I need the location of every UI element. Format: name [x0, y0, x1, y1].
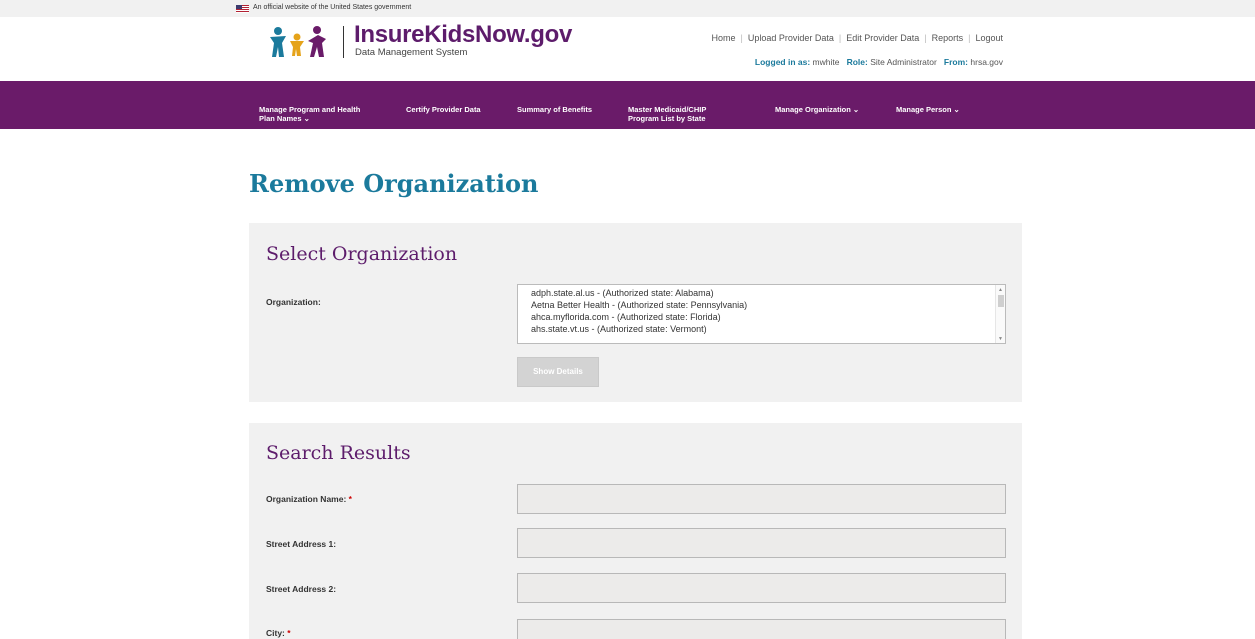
field-label-text: City:	[266, 628, 285, 638]
site-title[interactable]: InsureKidsNow.gov	[354, 21, 572, 49]
main-nav: Manage Program and Health Plan Names ⌄ C…	[0, 81, 1255, 129]
nav-link-reports[interactable]: Reports	[932, 33, 964, 43]
scroll-up-icon[interactable]: ▲	[998, 287, 1003, 293]
nav-manage-person[interactable]: Manage Person ⌄	[896, 105, 960, 114]
role-label: Role:	[846, 57, 868, 67]
scroll-thumb[interactable]	[998, 295, 1004, 307]
gov-banner-text: An official website of the United States…	[253, 4, 412, 11]
nav-link-edit-provider-data[interactable]: Edit Provider Data	[846, 33, 919, 43]
field-label-text: Street Address 1:	[266, 539, 337, 549]
family-logo-icon[interactable]	[268, 23, 334, 58]
required-asterisk: *	[348, 494, 352, 504]
nav-link-home[interactable]: Home	[711, 33, 735, 43]
nav-manage-program[interactable]: Manage Program and Health Plan Names ⌄	[259, 105, 360, 123]
street-address-2-field[interactable]	[517, 573, 1006, 603]
nav-label-line1: Master Medicaid/CHIP	[628, 105, 707, 114]
list-item[interactable]: ahs.state.vt.us - (Authorized state: Ver…	[518, 324, 1005, 335]
organization-label: Organization:	[266, 297, 321, 307]
list-item[interactable]: ahca.myflorida.com - (Authorized state: …	[518, 312, 1005, 323]
nav-label-line1: Manage Program and Health	[259, 105, 361, 114]
gov-banner: An official website of the United States…	[0, 0, 1255, 17]
select-organization-heading: Select Organization	[266, 243, 458, 265]
search-results-heading: Search Results	[266, 442, 411, 464]
logged-in-label: Logged in as:	[754, 57, 811, 67]
nav-link-logout[interactable]: Logout	[975, 33, 1003, 43]
nav-label: Certify Provider Data	[406, 105, 481, 114]
nav-label: Manage Organization ⌄	[775, 105, 860, 114]
from-value: hrsa.gov	[970, 57, 1003, 67]
separator: |	[968, 33, 971, 43]
separator: |	[924, 33, 927, 43]
nav-label-line2: Program List by State	[628, 114, 706, 123]
role-value: Site Administrator	[870, 57, 937, 67]
nav-certify-provider-data[interactable]: Certify Provider Data	[406, 105, 481, 114]
field-label-text: Organization Name:	[266, 494, 347, 504]
list-item[interactable]: Aetna Better Health - (Authorized state:…	[518, 300, 1005, 311]
nav-label-line2: Plan Names ⌄	[259, 114, 310, 123]
organization-listbox[interactable]: adph.state.al.us - (Authorized state: Al…	[517, 284, 1006, 344]
nav-master-medicaid-chip[interactable]: Master Medicaid/CHIP Program List by Sta…	[628, 105, 706, 123]
site-subtitle: Data Management System	[355, 47, 468, 58]
login-info: Logged in as: mwhite Role: Site Administ…	[755, 57, 1003, 67]
nav-manage-organization[interactable]: Manage Organization ⌄	[775, 105, 859, 114]
search-results-panel: Search Results Organization Name: * Stre…	[249, 423, 1022, 639]
list-item[interactable]: adph.state.al.us - (Authorized state: Al…	[518, 288, 1005, 299]
separator: |	[838, 33, 842, 43]
city-field[interactable]	[517, 619, 1006, 639]
us-flag-icon	[236, 5, 249, 13]
separator: |	[740, 33, 743, 43]
show-details-button[interactable]: Show Details	[517, 357, 599, 387]
field-label-text: Street Address 2:	[266, 584, 337, 594]
street-address-1-label: Street Address 1:	[266, 539, 336, 549]
select-organization-panel: Select Organization Organization: adph.s…	[249, 223, 1022, 402]
organization-name-label: Organization Name: *	[266, 494, 352, 504]
city-label: City: *	[266, 628, 291, 638]
logged-in-user: mwhite	[812, 57, 840, 67]
page-title: Remove Organization	[249, 169, 539, 198]
utility-nav: Home | Upload Provider Data | Edit Provider …	[711, 33, 1003, 43]
logo-divider	[343, 26, 344, 58]
nav-label: Summary of Benefits	[517, 105, 593, 114]
scroll-down-icon[interactable]: ▼	[998, 336, 1003, 342]
nav-label: Manage Person ⌄	[896, 105, 960, 114]
organization-name-field[interactable]	[517, 484, 1006, 514]
street-address-1-field[interactable]	[517, 528, 1006, 558]
nav-summary-of-benefits[interactable]: Summary of Benefits	[517, 105, 592, 114]
street-address-2-label: Street Address 2:	[266, 584, 336, 594]
nav-link-upload-provider-data[interactable]: Upload Provider Data	[748, 33, 834, 43]
listbox-scrollbar[interactable]: ▲ ▼	[995, 285, 1005, 343]
from-label: From:	[943, 57, 969, 67]
required-asterisk: *	[287, 628, 291, 638]
